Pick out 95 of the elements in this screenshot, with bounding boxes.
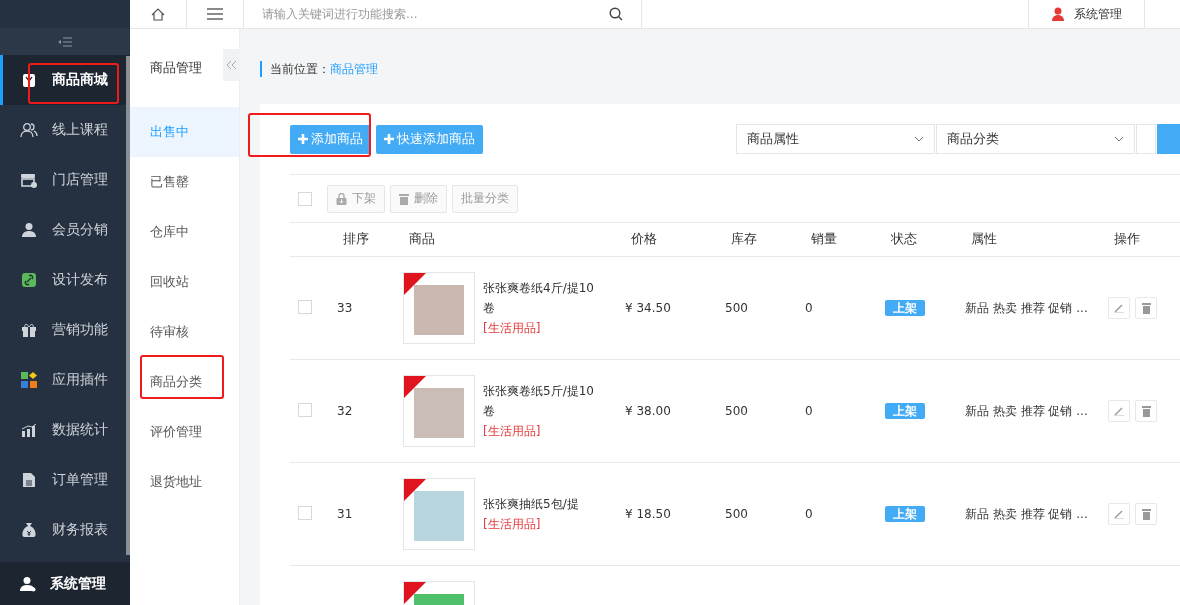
status-badge: 上架 <box>885 299 925 316</box>
column-header: 状态 <box>890 231 918 248</box>
product-name[interactable]: 张张爽卷纸4斤/提10卷 <box>483 278 595 318</box>
sub-nav-item[interactable]: 评价管理 <box>130 407 239 457</box>
sales-cell-text: 0 <box>805 507 814 521</box>
money-bag-icon <box>21 522 37 538</box>
sidebar-item[interactable]: 财务报表 <box>0 505 126 555</box>
trash-icon <box>1141 302 1151 314</box>
sidebar-item[interactable]: 门店管理 <box>0 155 126 205</box>
sidebar-item[interactable]: 数据统计 <box>0 405 126 455</box>
sales-cell-text: 0 <box>805 301 814 315</box>
sub-nav-item[interactable]: 仓库中 <box>130 207 239 257</box>
sort-cell-text: 33 <box>337 301 354 315</box>
grid-icon <box>21 372 37 388</box>
sidebar-item[interactable]: 会员分销 <box>0 205 126 255</box>
stock-cell-text: 500 <box>725 507 749 521</box>
collapse-icon[interactable] <box>58 36 72 47</box>
chevron-down-icon <box>1114 136 1124 142</box>
sidebar-item[interactable]: 营销功能 <box>0 305 126 355</box>
lock-icon <box>336 192 347 205</box>
sidebar-item[interactable]: 订单管理 <box>0 455 126 505</box>
price-cell-text: ¥ 38.00 <box>625 404 672 418</box>
sub-nav-item[interactable]: 待审核 <box>130 307 239 357</box>
sidebar-item[interactable]: 线上课程 <box>0 105 126 155</box>
column-header: 属性 <box>970 231 998 248</box>
person-icon <box>21 222 37 238</box>
home-icon <box>151 7 165 21</box>
column-header: 价格 <box>630 231 658 248</box>
sub-nav-item[interactable]: 回收站 <box>130 257 239 307</box>
user-name[interactable]: 系统管理 <box>1073 5 1122 23</box>
product-name[interactable]: 张张爽卷纸5斤/提10卷 <box>483 381 595 421</box>
sales-cell-text: 0 <box>805 404 814 418</box>
sub-nav-item[interactable]: 已售罄 <box>130 157 239 207</box>
sub-nav-item[interactable]: 退货地址 <box>130 457 239 507</box>
edit-button[interactable] <box>1108 400 1130 422</box>
sidebar-footer-item[interactable]: 系统管理 <box>0 562 130 605</box>
pencil-icon <box>1114 303 1124 313</box>
edit-button[interactable] <box>1108 503 1130 525</box>
sidebar-item[interactable]: 设计发布 <box>0 255 126 305</box>
sub-nav-item[interactable]: 商品分类 <box>130 357 239 407</box>
row-checkbox[interactable] <box>298 505 312 520</box>
sidebar-item[interactable]: 应用插件 <box>0 355 126 405</box>
menu-icon <box>207 8 223 20</box>
price-cell-text: ¥ 34.50 <box>625 301 672 315</box>
breadcrumb-label: 当前位置： <box>270 60 330 78</box>
select-field[interactable]: 商品属性 <box>736 124 935 154</box>
row-checkbox[interactable] <box>298 402 312 417</box>
trash-icon <box>1141 405 1151 417</box>
pencil-icon <box>1114 406 1124 416</box>
search-icon <box>609 7 623 21</box>
column-header: 操作 <box>1113 231 1141 248</box>
bar-chart-icon <box>21 422 37 438</box>
product-category: [生活用品] <box>483 423 542 440</box>
link-icon <box>22 273 36 287</box>
store-icon <box>20 172 38 188</box>
product-category: [生活用品] <box>483 320 542 337</box>
status-badge: 上架 <box>885 402 925 419</box>
delete-button[interactable] <box>1135 297 1157 319</box>
attributes-cell-text: 新品 热卖 推荐 促销 ... <box>965 299 1089 317</box>
sort-cell-text: 31 <box>337 507 354 521</box>
status-badge: 上架 <box>885 505 925 522</box>
sidebar-item[interactable]: 商品商城 <box>0 55 130 105</box>
plus-icon <box>384 134 394 144</box>
delete-button[interactable] <box>1135 400 1157 422</box>
product-category: [生活用品] <box>483 516 542 533</box>
trash-icon <box>1141 508 1151 520</box>
select-field[interactable]: 商品分类 <box>936 124 1135 154</box>
gift-icon <box>21 322 37 338</box>
select-all-checkbox[interactable] <box>298 191 312 206</box>
user-icon <box>20 575 36 592</box>
users-icon <box>20 122 38 138</box>
collapse-button[interactable] <box>223 49 240 81</box>
double-chevron-icon <box>227 61 236 69</box>
attributes-cell-text: 新品 热卖 推荐 促销 ... <box>965 402 1089 420</box>
product-name[interactable]: 张张爽抽纸5包/提 <box>483 494 595 514</box>
document-icon <box>22 472 36 488</box>
chevron-down-icon <box>914 136 924 142</box>
column-header: 商品 <box>408 231 436 248</box>
price-cell-text: ¥ 18.50 <box>625 507 672 521</box>
pencil-icon <box>1114 509 1124 519</box>
plus-icon <box>298 134 308 144</box>
filter-input[interactable] <box>1136 124 1156 154</box>
row-checkbox[interactable] <box>298 299 312 314</box>
edit-button[interactable] <box>1108 297 1130 319</box>
column-header: 库存 <box>730 231 758 248</box>
column-header: 销量 <box>810 231 838 248</box>
column-header: 排序 <box>342 231 370 248</box>
user-icon <box>1051 7 1066 21</box>
sub-nav-title: 商品管理 <box>150 59 202 77</box>
stock-cell-text: 500 <box>725 301 749 315</box>
attributes-cell-text: 新品 热卖 推荐 促销 ... <box>965 505 1089 523</box>
trash-icon <box>399 192 409 205</box>
sort-cell-text: 32 <box>337 404 354 418</box>
stock-cell-text: 500 <box>725 404 749 418</box>
delete-button[interactable] <box>1135 503 1157 525</box>
